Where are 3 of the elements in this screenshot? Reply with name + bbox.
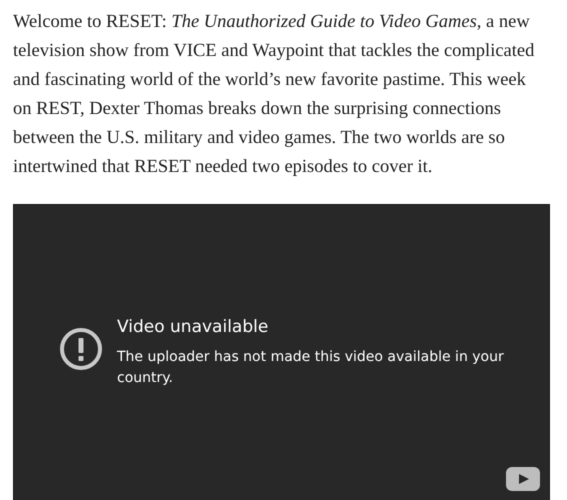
video-title: Video unavailable bbox=[117, 316, 270, 339]
video-message: The uploader has not made this video available in your country. bbox=[117, 348, 505, 388]
article-paragraph: Welcome to RESET: The Unauthorized Guide to Video Games, a new television show from VICE and Waypoint that tackles the complicated and fascinating world of the world’s new favorite pastime. This week on REST, Dexter Thomas breaks down the surprising connections between the U.S. military and video games. The two worlds are so intertwined that RESET needed two episodes to cover it. bbox=[13, 11, 536, 179]
